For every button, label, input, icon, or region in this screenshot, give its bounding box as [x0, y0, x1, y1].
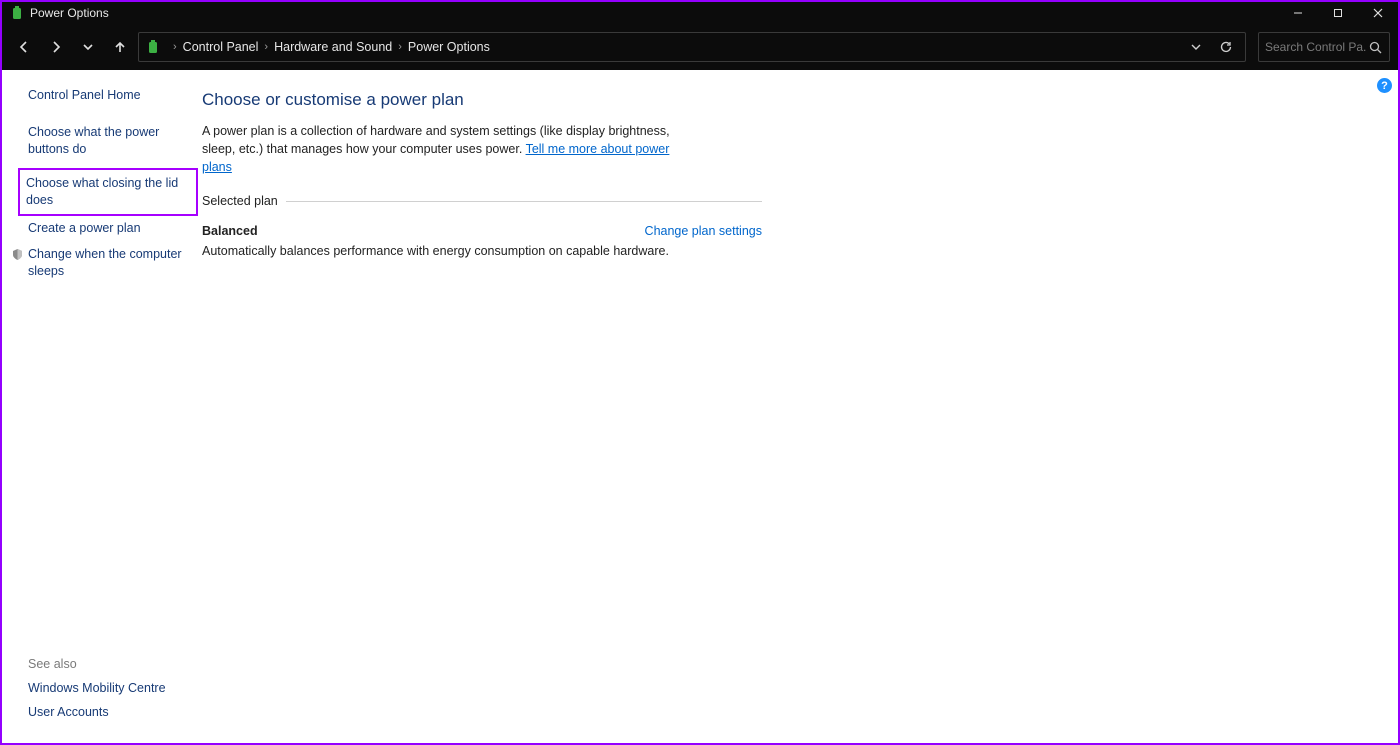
sidebar-link-power-buttons[interactable]: Choose what the power buttons do [28, 124, 190, 158]
section-label-text: Selected plan [202, 194, 278, 208]
nav-up-button[interactable] [106, 33, 134, 61]
search-box[interactable] [1258, 32, 1390, 62]
battery-icon [10, 6, 24, 20]
sidebar: Control Panel Home Choose what the power… [2, 70, 202, 743]
divider [286, 201, 762, 202]
address-bar[interactable]: › Control Panel › Hardware and Sound › P… [138, 32, 1246, 62]
window-titlebar: Power Options [2, 2, 1398, 24]
plan-name: Balanced [202, 224, 258, 238]
window-title: Power Options [30, 6, 109, 20]
control-panel-home-link[interactable]: Control Panel Home [28, 88, 190, 102]
chevron-right-icon: › [398, 41, 402, 53]
see-also-user-accounts[interactable]: User Accounts [28, 705, 190, 719]
search-input[interactable] [1265, 40, 1367, 54]
main-panel: Choose or customise a power plan A power… [202, 70, 762, 743]
see-also-header: See also [28, 657, 190, 671]
content-area: ? Control Panel Home Choose what the pow… [2, 70, 1398, 743]
sidebar-link-closing-lid[interactable]: Choose what closing the lid does [18, 168, 198, 216]
sidebar-link-create-plan[interactable]: Create a power plan [28, 220, 190, 237]
nav-recent-button[interactable] [74, 33, 102, 61]
see-also-mobility[interactable]: Windows Mobility Centre [28, 681, 190, 695]
help-button[interactable]: ? [1377, 78, 1392, 93]
breadcrumb-item[interactable]: Hardware and Sound [274, 40, 392, 54]
nav-back-button[interactable] [10, 33, 38, 61]
chevron-right-icon: › [264, 41, 268, 53]
search-icon [1367, 39, 1383, 55]
explorer-navbar: › Control Panel › Hardware and Sound › P… [2, 24, 1398, 70]
sidebar-link-sleep[interactable]: Change when the computer sleeps [28, 246, 190, 280]
page-description: A power plan is a collection of hardware… [202, 122, 702, 176]
refresh-button[interactable] [1211, 33, 1241, 61]
change-plan-settings-link[interactable]: Change plan settings [645, 224, 762, 238]
nav-forward-button[interactable] [42, 33, 70, 61]
sidebar-item-label: Change when the computer sleeps [28, 247, 182, 278]
battery-icon [143, 37, 163, 57]
plan-description: Automatically balances performance with … [202, 244, 762, 258]
shield-icon [10, 247, 24, 261]
minimize-button[interactable] [1278, 2, 1318, 24]
chevron-right-icon: › [173, 41, 177, 53]
address-dropdown-button[interactable] [1181, 33, 1211, 61]
selected-plan-header: Selected plan [202, 194, 762, 208]
breadcrumb-item[interactable]: Power Options [408, 40, 490, 54]
plan-row: Balanced Change plan settings [202, 224, 762, 238]
maximize-button[interactable] [1318, 2, 1358, 24]
close-button[interactable] [1358, 2, 1398, 24]
page-title: Choose or customise a power plan [202, 90, 762, 110]
breadcrumb-item[interactable]: Control Panel [183, 40, 259, 54]
